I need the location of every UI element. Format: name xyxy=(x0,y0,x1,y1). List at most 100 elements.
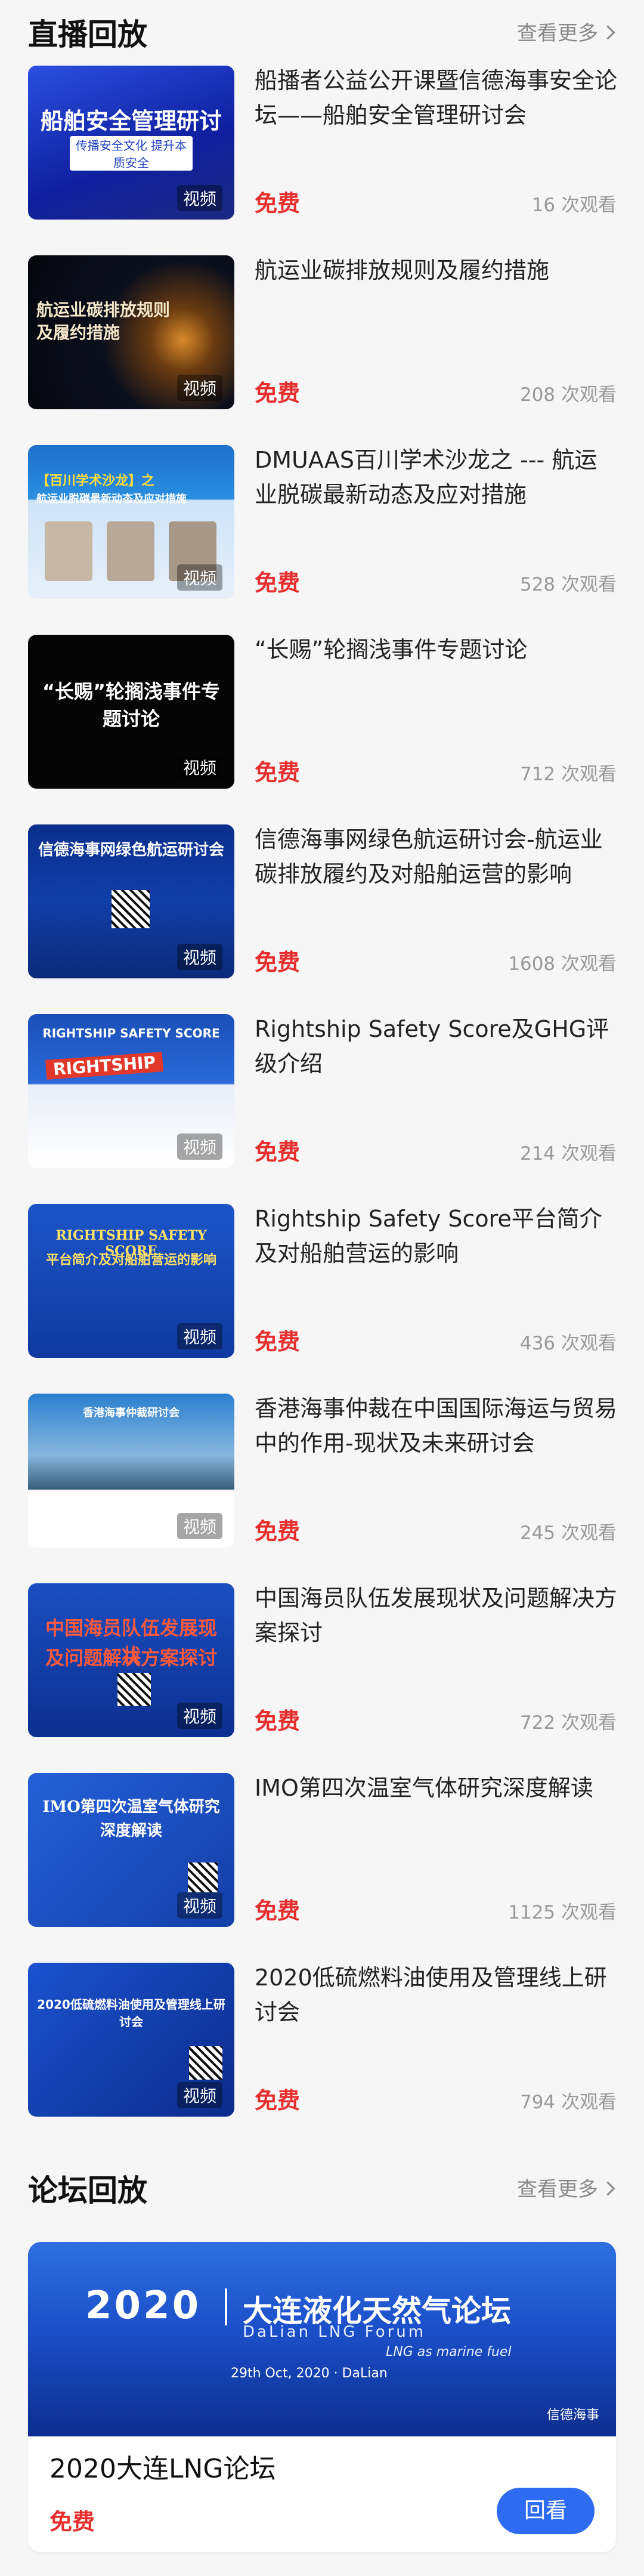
price: 免费 xyxy=(255,1139,301,1165)
page: 直播回放 查看更多 船舶安全管理研讨会 传播安全文化 提升本质安全 视频 船播者… xyxy=(0,0,644,2213)
item-title: 航运业碳排放规则及履约措施 xyxy=(255,257,550,283)
price: 免费 xyxy=(255,570,301,596)
price: 免费 xyxy=(49,2509,95,2535)
video-tag: 视频 xyxy=(177,564,222,591)
view-count: 722 次观看 xyxy=(519,1712,617,1734)
view-count: 528 次观看 xyxy=(519,574,617,595)
thumb-text: 航运业碳排放规则 xyxy=(36,300,171,320)
list-item[interactable]: 香港海事仲裁研讨会 视频 香港海事仲裁在中国国际海运与贸易中的作用-现状及未来研… xyxy=(0,1385,644,1575)
thumb-text: 平台简介及对船舶营运的影响 xyxy=(45,1252,216,1268)
price: 免费 xyxy=(255,1518,301,1545)
video-tag: 视频 xyxy=(177,1892,222,1919)
thumb-text: IMO第四次温室气体研究 xyxy=(42,1798,220,1816)
video-thumbnail[interactable]: 中国海员队伍发展现状 及问题解决方案探讨 视频 xyxy=(28,1583,234,1737)
video-tag: 视频 xyxy=(177,185,222,211)
list-item[interactable]: RIGHTSHIP SAFETY SCORE RIGHTSHIP 视频 Righ… xyxy=(0,1006,644,1196)
video-thumbnail[interactable]: 船舶安全管理研讨会 传播安全文化 提升本质安全 视频 xyxy=(28,66,234,220)
thumb-text: 香港海事仲裁研讨会 xyxy=(83,1407,179,1419)
price: 免费 xyxy=(255,1898,301,1924)
item-title: IMO第四次温室气体研究深度解读 xyxy=(255,1775,593,1801)
more-link[interactable]: 查看更多 xyxy=(517,17,615,46)
list-item[interactable]: “长赐”轮搁浅事件专题讨论 视频 “长赐”轮搁浅事件专题讨论 免费 712 次观… xyxy=(0,626,644,816)
video-tag: 视频 xyxy=(177,1323,222,1349)
price: 免费 xyxy=(255,190,301,217)
qr-code xyxy=(188,1862,218,1892)
list-item[interactable]: IMO第四次温室气体研究 深度解读 视频 IMO第四次温室气体研究深度解读 免费… xyxy=(0,1765,644,1954)
video-thumbnail[interactable]: 航运业碳排放规则 及履约措施 视频 xyxy=(28,255,234,409)
thumb-text: 航运业脱碳最新动态及应对措施 xyxy=(36,493,187,505)
banner-divider xyxy=(225,2288,227,2325)
video-thumbnail[interactable]: 【百川学术沙龙】之 航运业脱碳最新动态及应对措施 视频 xyxy=(28,445,234,599)
price: 免费 xyxy=(255,1329,301,1355)
thumb-text: 【百川学术沙龙】之 xyxy=(36,473,155,489)
item-title: DMUAAS百川学术沙龙之 --- 航运业脱碳最新动态及应对措施 xyxy=(255,447,597,508)
price: 免费 xyxy=(255,2087,301,2114)
replay-button[interactable]: 回看 xyxy=(497,2488,595,2534)
section-title: 论坛回放 xyxy=(28,2173,147,2208)
video-thumbnail[interactable]: IMO第四次温室气体研究 深度解读 视频 xyxy=(28,1773,234,1927)
section-title: 直播回放 xyxy=(28,17,147,52)
view-count: 794 次观看 xyxy=(519,2092,617,2113)
banner-date: 29th Oct, 2020 · DaLian xyxy=(231,2366,388,2381)
list-item[interactable]: 【百川学术沙龙】之 航运业脱碳最新动态及应对措施 视频 DMUAAS百川学术沙龙… xyxy=(0,437,644,626)
thumb-text: 信德海事网绿色航运研讨会 xyxy=(38,841,224,859)
qr-code xyxy=(112,890,150,928)
list-item[interactable]: 航运业碳排放规则 及履约措施 视频 航运业碳排放规则及履约措施 免费 208 次… xyxy=(0,247,644,437)
thumb-text: 及问题解决方案探讨 xyxy=(45,1647,217,1669)
list-item[interactable]: 2020低硫燃料油使用及管理线上研讨会 视频 2020低硫燃料油使用及管理线上研… xyxy=(0,1954,644,2144)
video-tag: 视频 xyxy=(177,2082,222,2108)
thumb-text: 2020低硫燃料油使用及管理线上研讨会 xyxy=(37,1997,225,2029)
forum-replay-header: 论坛回放 查看更多 xyxy=(0,2156,644,2213)
thumb-text: RIGHTSHIP SAFETY SCORE xyxy=(42,1026,220,1040)
more-label: 查看更多 xyxy=(517,21,598,45)
list-item[interactable]: 船舶安全管理研讨会 传播安全文化 提升本质安全 视频 船播者公益公开课暨信德海事… xyxy=(0,57,644,247)
chevron-right-icon xyxy=(600,2181,615,2196)
video-thumbnail[interactable]: 2020低硫燃料油使用及管理线上研讨会 视频 xyxy=(28,1963,234,2117)
item-title: 中国海员队伍发展现状及问题解决方案探讨 xyxy=(255,1585,618,1646)
thumb-text: RIGHTSHIP xyxy=(45,1052,163,1080)
price: 免费 xyxy=(255,1708,301,1734)
item-title: Rightship Safety Score及GHG评级介绍 xyxy=(255,1016,609,1077)
video-thumbnail[interactable]: RIGHTSHIP SAFETY SCORE RIGHTSHIP 视频 xyxy=(28,1014,234,1168)
qr-code xyxy=(189,2046,222,2080)
qr-code xyxy=(117,1673,151,1706)
video-thumbnail[interactable]: “长赐”轮搁浅事件专题讨论 视频 xyxy=(28,635,234,789)
video-tag: 视频 xyxy=(177,375,222,401)
video-thumbnail[interactable]: 香港海事仲裁研讨会 视频 xyxy=(28,1394,234,1548)
view-count: 1608 次观看 xyxy=(508,953,617,975)
item-title: 船播者公益公开课暨信德海事安全论坛——船舶安全管理研讨会 xyxy=(255,67,618,128)
item-title: 香港海事仲裁在中国国际海运与贸易中的作用-现状及未来研讨会 xyxy=(255,1395,618,1456)
item-title: 2020低硫燃料油使用及管理线上研讨会 xyxy=(255,1965,607,2025)
speaker-photo xyxy=(45,521,92,581)
list-item[interactable]: 信德海事网绿色航运研讨会 视频 信德海事网绿色航运研讨会-航运业碳排放履约及对船… xyxy=(0,816,644,1006)
view-count: 1125 次观看 xyxy=(508,1902,617,1923)
price: 免费 xyxy=(255,759,301,786)
view-count: 712 次观看 xyxy=(519,764,617,785)
thumb-text: “长赐”轮搁浅事件专题讨论 xyxy=(42,680,221,730)
view-count: 436 次观看 xyxy=(519,1333,617,1354)
view-count: 16 次观看 xyxy=(531,194,617,216)
forum-card[interactable]: 2020 大连液化天然气论坛 DaLian LNG Forum LNG as m… xyxy=(28,2242,616,2552)
more-link[interactable]: 查看更多 xyxy=(517,2173,615,2202)
live-replay-header: 直播回放 查看更多 xyxy=(0,0,644,57)
video-thumbnail[interactable]: RIGHTSHIP SAFETY SCORE 平台简介及对船舶营运的影响 视频 xyxy=(28,1204,234,1358)
forum-banner[interactable]: 2020 大连液化天然气论坛 DaLian LNG Forum LNG as m… xyxy=(28,2242,616,2436)
item-title: “长赐”轮搁浅事件专题讨论 xyxy=(255,637,528,663)
forum-title: 2020大连LNG论坛 xyxy=(49,2454,276,2484)
video-tag: 视频 xyxy=(177,1513,222,1539)
view-count: 214 次观看 xyxy=(519,1143,617,1165)
banner-year: 2020 xyxy=(85,2284,202,2328)
banner-en-title: DaLian LNG Forum xyxy=(243,2323,426,2341)
banner-logo: 信德海事 xyxy=(546,2408,599,2423)
more-label: 查看更多 xyxy=(517,2177,598,2201)
thumb-text: 及履约措施 xyxy=(36,323,120,342)
view-count: 208 次观看 xyxy=(519,384,617,406)
thumb-text: 深度解读 xyxy=(100,1822,162,1840)
list-item[interactable]: RIGHTSHIP SAFETY SCORE 平台简介及对船舶营运的影响 视频 … xyxy=(0,1196,644,1385)
speaker-photo xyxy=(107,521,154,581)
banner-subtitle: LNG as marine fuel xyxy=(386,2345,512,2359)
thumb-text: 传播安全文化 提升本质安全 xyxy=(70,136,193,171)
list-item[interactable]: 中国海员队伍发展现状 及问题解决方案探讨 视频 中国海员队伍发展现状及问题解决方… xyxy=(0,1575,644,1765)
video-thumbnail[interactable]: 信德海事网绿色航运研讨会 视频 xyxy=(28,824,234,978)
view-count: 245 次观看 xyxy=(519,1522,617,1544)
